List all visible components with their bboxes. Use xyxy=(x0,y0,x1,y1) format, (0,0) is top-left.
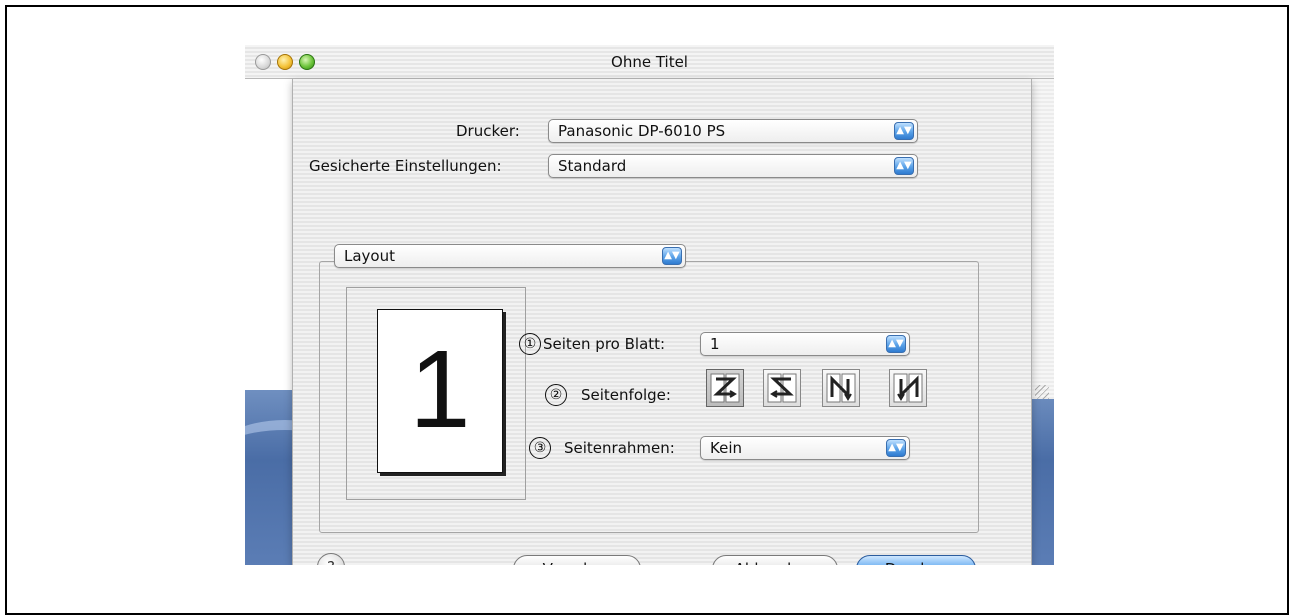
preview-page-number: 1 xyxy=(409,328,471,451)
window-titlebar[interactable]: Ohne Titel xyxy=(245,45,1054,79)
printer-value: Panasonic DP-6010 PS xyxy=(558,122,726,140)
popup-arrows-icon: ▲▼ xyxy=(886,439,906,457)
n-order-icon xyxy=(826,373,856,403)
popup-arrows-icon: ▲▼ xyxy=(894,157,914,175)
screenshot: Ohne Titel Drucker: Panasonic DP-6010 PS… xyxy=(245,45,1054,565)
callout-1: ① xyxy=(519,333,541,355)
panel-value: Layout xyxy=(344,247,395,265)
printer-label: Drucker: xyxy=(456,122,520,140)
help-button[interactable]: ? xyxy=(317,553,345,565)
print-button[interactable]: Drucken xyxy=(856,555,976,565)
border-popup[interactable]: Kein ▲▼ xyxy=(700,436,910,460)
printer-popup[interactable]: Panasonic DP-6010 PS ▲▼ xyxy=(548,119,918,143)
pages-per-sheet-popup[interactable]: 1 ▲▼ xyxy=(700,332,910,356)
page-order-z-button[interactable] xyxy=(706,369,744,407)
pages-per-sheet-label: Seiten pro Blatt: xyxy=(543,335,666,353)
page-order-label: Seitenfolge: xyxy=(581,386,671,404)
z-order-icon xyxy=(710,373,740,403)
presets-popup[interactable]: Standard ▲▼ xyxy=(548,154,918,178)
reverse-z-order-icon xyxy=(767,373,797,403)
preview-page: 1 xyxy=(377,309,503,473)
presets-label: Gesicherte Einstellungen: xyxy=(309,157,502,175)
pages-per-sheet-value: 1 xyxy=(710,335,720,353)
reverse-n-order-icon xyxy=(893,373,923,403)
preview-button[interactable]: Vorschau xyxy=(513,555,641,565)
window-title: Ohne Titel xyxy=(611,53,688,71)
border-value: Kein xyxy=(710,439,742,457)
callout-2: ② xyxy=(545,384,567,406)
border-label: Seitenrahmen: xyxy=(564,439,675,457)
print-sheet: Drucker: Panasonic DP-6010 PS ▲▼ Gesiche… xyxy=(292,79,1032,565)
presets-value: Standard xyxy=(558,157,627,175)
panel-popup[interactable]: Layout ▲▼ xyxy=(334,244,686,268)
page-order-reverse-n-button[interactable] xyxy=(889,369,927,407)
callout-3: ③ xyxy=(529,437,551,459)
popup-arrows-icon: ▲▼ xyxy=(894,122,914,140)
popup-arrows-icon: ▲▼ xyxy=(886,335,906,353)
popup-arrows-icon: ▲▼ xyxy=(662,247,682,265)
page-order-reverse-z-button[interactable] xyxy=(763,369,801,407)
page-order-n-button[interactable] xyxy=(822,369,860,407)
resize-grip[interactable] xyxy=(1035,385,1049,399)
cancel-button[interactable]: Abbrechen xyxy=(712,555,838,565)
